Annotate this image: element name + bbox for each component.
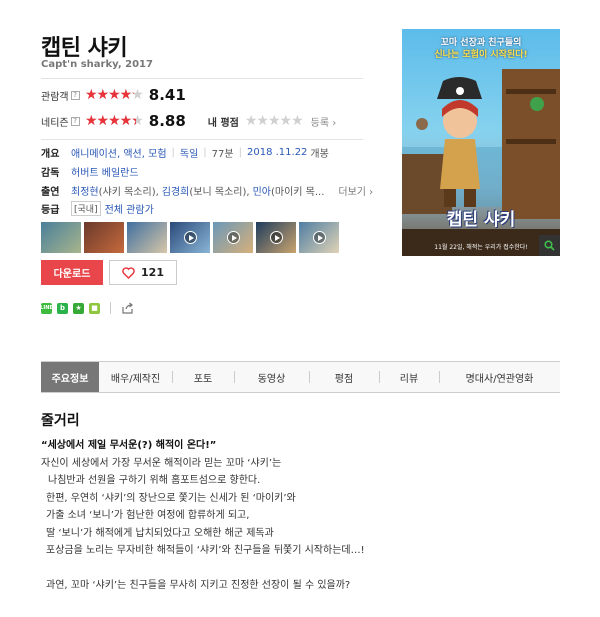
region-tag: [국내] [71, 200, 101, 216]
line-share-icon[interactable]: LINE [40, 302, 53, 314]
runtime: 77분 [211, 148, 234, 160]
video-thumbnail[interactable] [256, 222, 296, 253]
actor-role: (마이키 목... [270, 186, 325, 198]
tab-quotes-related[interactable]: 명대사/연관영화 [439, 362, 560, 392]
audience-stars: ★★★★★★★★★★ [85, 87, 144, 103]
like-button[interactable]: 121 [109, 260, 177, 285]
tab-video[interactable]: 동영상 [234, 362, 309, 392]
my-rating-label: 내 평점 [207, 117, 239, 129]
register-rating-link[interactable]: 등록 › [311, 114, 337, 129]
director-label: 감독 [41, 167, 60, 179]
cast-more-link[interactable]: 더보기 › [338, 183, 373, 198]
actor-role: (보니 목소리), [189, 186, 250, 198]
play-icon [184, 231, 197, 244]
synopsis-line: 과연, 꼬마 ‘샤키’는 친구들을 무사히 지키고 진정한 선장이 될 수 있을… [46, 580, 351, 591]
synopsis-line: 한편, 우연히 ‘샤키’의 장난으로 쫓기는 신세가 된 ‘마이키’와 [46, 492, 296, 504]
audience-rating-label: 관람객? [41, 88, 85, 103]
poster-title: 캡틴 샤키 [446, 210, 516, 230]
netizen-score: 8.88 [148, 112, 186, 130]
help-icon[interactable]: ? [70, 90, 80, 100]
zoom-button[interactable] [539, 235, 560, 256]
video-thumbnail[interactable] [299, 222, 339, 253]
cast-row: 출연 최정현 (샤키 목소리), 김경희 (보니 목소리), 민아 (마이키 목… [41, 182, 373, 198]
share-bar: LINE b ★ ■ [40, 302, 134, 314]
photo-thumbnail[interactable] [84, 222, 124, 253]
grade-link[interactable]: 전체 관람가 [105, 201, 154, 216]
bookmark-star-icon[interactable]: ★ [73, 302, 84, 314]
video-thumbnail[interactable] [213, 222, 253, 253]
poster-tagline: 꼬마 선장과 친구들의 신나는 모험이 시작된다! [434, 38, 528, 60]
grade-row: 등급 [국내] 전체 관람가 [41, 200, 154, 216]
divider [41, 139, 363, 140]
actor-link[interactable]: 최정현 [71, 183, 99, 198]
synopsis-line: 가출 소녀 ‘보니’가 험난한 여정에 합류하게 되고, [46, 510, 250, 521]
release-date-link[interactable]: 2018 .11.22 [247, 147, 307, 158]
movie-tabs: 주요정보 배우/제작진 포토 동영상 평점 리뷰 명대사/연관영화 [41, 361, 560, 393]
photo-thumbnail[interactable] [41, 222, 81, 253]
overview-row: 개요 애니메이션, 액션, 모험 | 독일 | 77분 | 2018 .11.2… [41, 145, 329, 160]
divider [41, 78, 363, 79]
tab-main-info[interactable]: 주요정보 [41, 362, 99, 392]
country-link[interactable]: 독일 [180, 145, 198, 160]
audience-score: 8.41 [148, 86, 186, 104]
movie-title: 캡틴 샤키 [41, 36, 128, 61]
synopsis-line: 나침반과 선원을 구하기 위해 홈포트섬으로 향한다. [48, 475, 261, 486]
netizen-stars: ★★★★★★★★★★ [85, 113, 144, 129]
netizen-rating-label: 네티즌? [41, 114, 85, 129]
synopsis-line: 딸 ‘보니’가 해적에게 납치되었다고 오해한 해군 제독과 [46, 527, 274, 539]
grade-label: 등급 [41, 204, 60, 216]
netizen-rating: 네티즌? ★★★★★★★★★★ 8.88 내 평점 ★★★★★★★★★★ 등록 … [41, 111, 336, 131]
my-rating-stars[interactable]: ★★★★★★★★★★ [245, 114, 304, 128]
photo-thumbnail[interactable] [127, 222, 167, 253]
tab-review[interactable]: 리뷰 [379, 362, 439, 392]
overview-label: 개요 [41, 148, 60, 160]
cast-label: 출연 [41, 186, 60, 198]
director-link[interactable]: 허버트 베일란드 [71, 164, 139, 179]
video-thumbnail[interactable] [170, 222, 210, 253]
poster-footer: 11월 22일, 해적는 우리가 접수한다! [434, 244, 528, 251]
like-count: 121 [141, 266, 164, 279]
synopsis-tagline: “세상에서 제일 무서운(?) 해적이 온다!” [41, 440, 217, 451]
play-icon [270, 231, 283, 244]
heart-icon [122, 266, 135, 279]
magnifier-icon [544, 240, 555, 251]
synopsis-heading: 줄거리 [41, 413, 80, 429]
tab-photo[interactable]: 포토 [172, 362, 234, 392]
release-suffix: 개봉 [310, 148, 329, 160]
download-button[interactable]: 다운로드 [41, 260, 103, 285]
director-row: 감독 허버트 베일란드 [41, 163, 139, 179]
synopsis-line: 자신이 세상에서 가장 무서운 해적이라 믿는 꼬마 ‘샤키’는 [41, 457, 282, 469]
help-icon[interactable]: ? [70, 116, 80, 126]
movie-subtitle: Capt'n sharky, 2017 [41, 59, 153, 70]
checkbox-icon[interactable]: ■ [89, 302, 100, 314]
synopsis-line: 포상금을 노리는 무자비한 해적들이 ‘샤키’와 친구들을 뒤쫓기 시작하는데…… [46, 545, 365, 556]
tab-cast-crew[interactable]: 배우/제작진 [99, 362, 172, 392]
actor-role: (샤키 목소리), [98, 186, 159, 198]
play-icon [313, 231, 326, 244]
actor-link[interactable]: 김경희 [162, 183, 190, 198]
genre-link[interactable]: 애니메이션, 액션, 모험 [71, 145, 167, 160]
synopsis-text: “세상에서 제일 무서운(?) 해적이 온다!” 자신이 세상에서 가장 무서운… [41, 437, 560, 595]
export-icon[interactable] [121, 302, 134, 314]
media-thumbnails [41, 222, 339, 253]
synopsis-line [41, 560, 560, 578]
audience-rating: 관람객? ★★★★★★★★★★ 8.41 [41, 85, 186, 105]
play-icon [227, 231, 240, 244]
tab-rating[interactable]: 평점 [309, 362, 379, 392]
movie-poster[interactable]: 꼬마 선장과 친구들의 신나는 모험이 시작된다! 캡틴 샤키 11월 22일,… [402, 29, 560, 256]
actor-link[interactable]: 민아 [253, 183, 271, 198]
band-share-icon[interactable]: b [57, 302, 68, 314]
